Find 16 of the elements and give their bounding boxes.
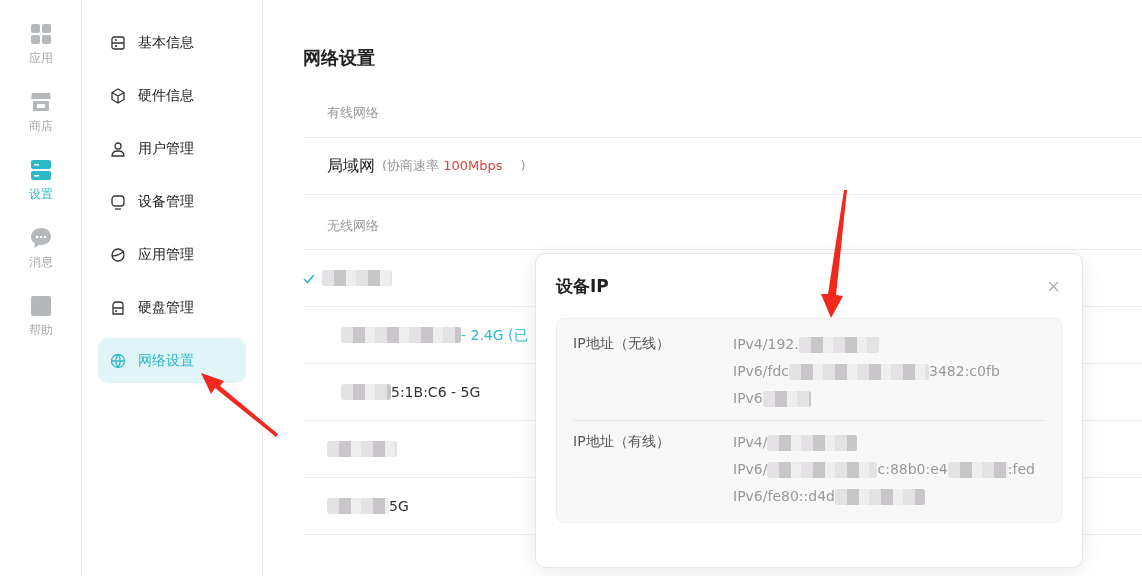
network-name-text: - 2.4G (已 [461, 325, 528, 345]
ip-address: IPv6 [733, 386, 1045, 409]
ip-address: IPv4/192. [733, 332, 1045, 355]
section-heading: 有线网络 [303, 103, 1142, 138]
dialog-title: 设备IP [556, 275, 609, 298]
network-name-text: 5:1B:C6 - 5G [391, 382, 481, 402]
network-name: 局域网 [327, 154, 375, 177]
page-title: 网络设置 [303, 46, 376, 70]
ip-address: IPv6/ c:88b0:e4 :fed [733, 459, 1036, 480]
field-label: IP地址（有线） [573, 431, 671, 451]
ip-address: IPv4/ [733, 430, 1045, 453]
ip-address: IPv6/fe80::d4d [733, 484, 1045, 507]
field-label: IP地址（无线） [573, 333, 671, 353]
ip-address: IPv6/fdc 3482:c0fb [733, 361, 1001, 382]
speed-note: (协商速率 100Mbps ) [382, 156, 526, 175]
network-name-text: 5G [389, 496, 409, 516]
